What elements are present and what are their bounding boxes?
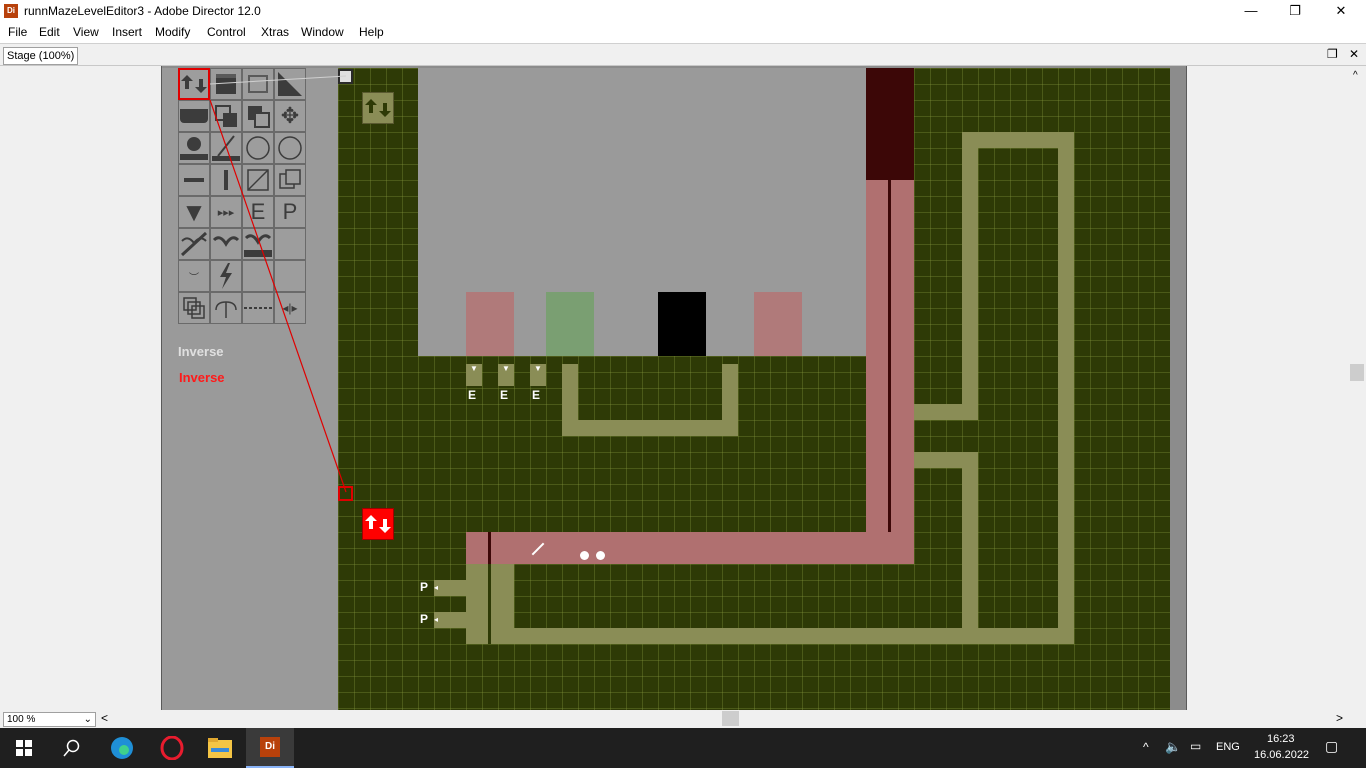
windows-start-icon[interactable] <box>0 728 48 768</box>
zoom-value: 100 % <box>7 714 36 725</box>
volume-icon[interactable]: 🔈 <box>1165 739 1181 755</box>
edge-browser-icon[interactable] <box>98 728 146 768</box>
connector-lines <box>209 75 347 493</box>
network-icon[interactable]: ▭ <box>1190 739 1201 753</box>
vertical-scrollbar[interactable]: ^ <box>1349 66 1366 710</box>
scroll-left-icon[interactable]: < <box>101 711 108 725</box>
zoom-select[interactable]: 100 % ⌄ <box>3 712 96 727</box>
director-taskbar-label: Di <box>260 737 280 757</box>
taskbar: Di ^ 🔈 ▭ ENG 16:23 16.06.2022 ▢ <box>0 728 1366 768</box>
search-icon[interactable] <box>48 728 96 768</box>
clock-time[interactable]: 16:23 <box>1267 733 1295 745</box>
opera-browser-icon[interactable] <box>148 728 196 768</box>
vertical-scroll-thumb[interactable] <box>1350 364 1364 381</box>
scroll-right-icon[interactable]: > <box>1336 711 1343 725</box>
clock-date[interactable]: 16.06.2022 <box>1254 749 1309 761</box>
zoom-dropdown-icon: ⌄ <box>83 714 92 725</box>
horizontal-scroll-thumb[interactable] <box>722 711 739 726</box>
scroll-up-icon[interactable]: ^ <box>1353 70 1358 81</box>
tray-chevron-icon[interactable]: ^ <box>1143 740 1149 754</box>
file-explorer-icon[interactable] <box>196 728 244 768</box>
horizontal-scroll-row: 100 % ⌄ < > <box>0 710 1366 728</box>
director-taskbar-icon[interactable]: Di <box>246 728 294 768</box>
language-indicator[interactable]: ENG <box>1216 741 1240 753</box>
notification-icon[interactable]: ▢ <box>1325 738 1338 755</box>
